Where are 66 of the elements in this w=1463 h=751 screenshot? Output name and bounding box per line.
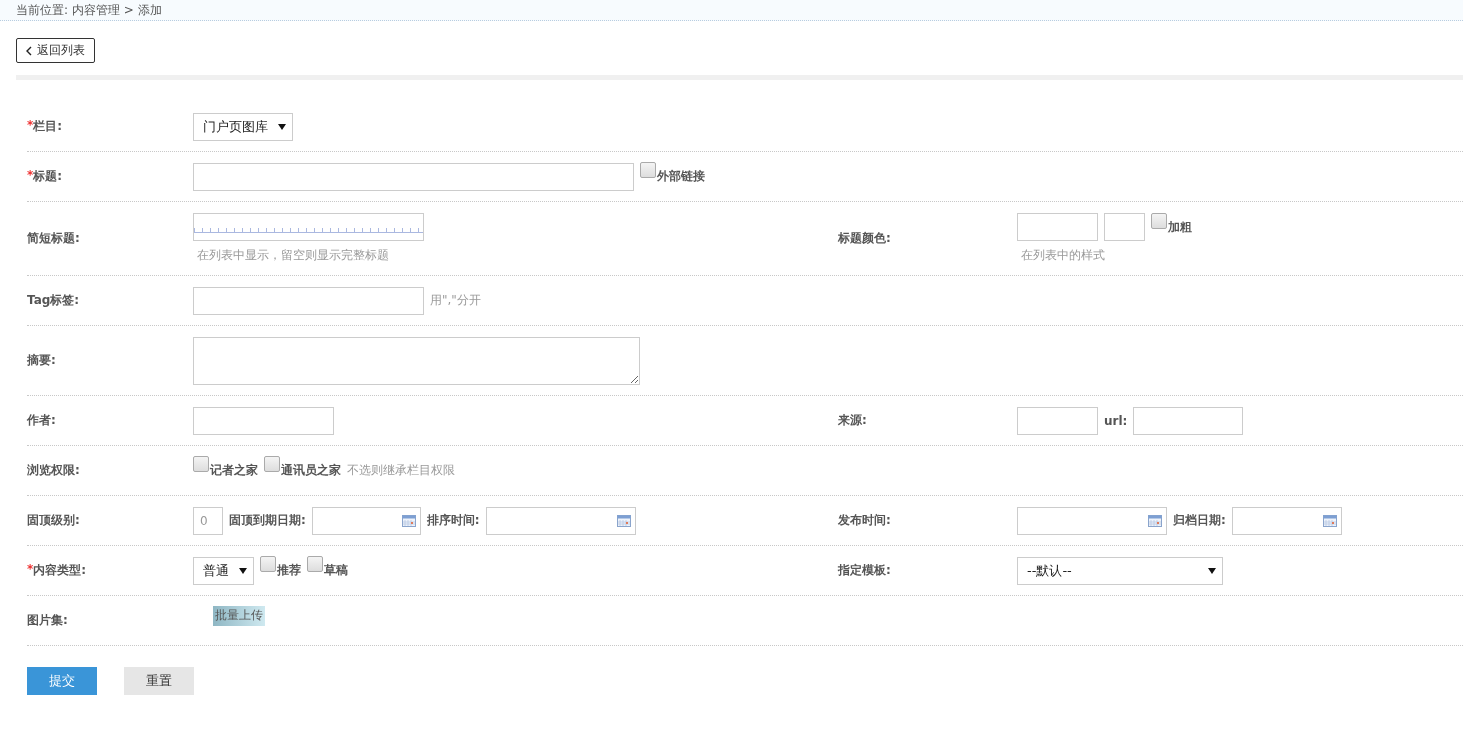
checkbox-label[interactable]: 通讯员之家: [281, 462, 341, 479]
date-field[interactable]: [1231, 506, 1342, 535]
checkbox-label[interactable]: 草稿: [324, 562, 348, 579]
field-label: 栏目:: [33, 118, 63, 135]
field-label: 浏览权限:: [27, 462, 80, 479]
upload-button[interactable]: 批量上传: [213, 605, 265, 626]
input-field[interactable]: [1017, 406, 1098, 435]
checkbox-label[interactable]: 外部链接: [657, 168, 705, 185]
input-field[interactable]: [193, 162, 634, 191]
checkbox-label[interactable]: 加粗: [1168, 218, 1192, 236]
checkbox[interactable]: [260, 556, 276, 572]
breadcrumb: 当前位置: 内容管理 > 添加: [16, 1, 162, 19]
hint-text: 在列表中显示，留空则显示完整标题: [196, 247, 390, 264]
calendar-icon[interactable]: [616, 514, 631, 527]
required-marker: *: [27, 168, 34, 184]
input-field[interactable]: [1133, 406, 1244, 435]
required-marker: *: [27, 562, 34, 578]
calendar-icon[interactable]: [401, 514, 416, 527]
hint-text: 用","分开: [430, 292, 481, 309]
field-label: Tag标签:: [27, 292, 80, 309]
date-field[interactable]: [311, 506, 421, 535]
field-label: 固顶级别:: [27, 512, 80, 529]
input-field[interactable]: [1104, 213, 1145, 241]
date-field[interactable]: [485, 506, 636, 535]
field-label: 简短标题:: [27, 230, 80, 247]
checkbox[interactable]: [307, 556, 323, 572]
dropdown[interactable]: 门户页图库: [193, 112, 293, 141]
checkbox[interactable]: [264, 456, 280, 472]
field-label: 作者:: [27, 412, 56, 429]
required-marker: *: [27, 118, 34, 134]
hint-text: 不选则继承栏目权限: [347, 462, 455, 479]
input-field[interactable]: [193, 286, 424, 315]
field-label: 摘要:: [27, 352, 56, 369]
input-field[interactable]: [193, 213, 424, 241]
field-label: 指定模板:: [838, 562, 891, 579]
caret-icon: [278, 123, 286, 130]
text-area[interactable]: [193, 336, 640, 385]
field-label: url:: [1104, 413, 1128, 428]
input-field[interactable]: [193, 406, 334, 435]
field-label: 标题:: [33, 168, 63, 185]
checkbox[interactable]: [640, 162, 656, 178]
checkbox[interactable]: [193, 456, 209, 472]
input-field[interactable]: [1017, 213, 1098, 241]
field-label: 图片集:: [27, 612, 68, 629]
field-label: 排序时间:: [426, 512, 480, 529]
date-field[interactable]: [1017, 506, 1167, 535]
field-label: 固顶到期日期:: [229, 512, 306, 529]
field-label: 来源:: [838, 412, 867, 429]
calendar-icon[interactable]: [1322, 514, 1337, 527]
back-button[interactable]: 返回列表: [16, 38, 95, 63]
checkbox-label[interactable]: 推荐: [277, 562, 301, 579]
hint-text: 在列表中的样式: [1020, 247, 1106, 264]
field-label: 归档日期:: [1173, 512, 1226, 529]
field-label: 发布时间:: [838, 512, 891, 529]
field-label: 标题颜色:: [838, 230, 891, 247]
checkbox[interactable]: [1151, 212, 1167, 229]
dropdown[interactable]: --默认--: [1017, 556, 1223, 585]
field-label: 内容类型:: [33, 562, 87, 579]
chevron-left-icon: [26, 45, 32, 56]
checkbox-label[interactable]: 记者之家: [210, 462, 258, 479]
caret-icon: [239, 567, 247, 574]
calendar-icon[interactable]: [1148, 514, 1162, 527]
input-field[interactable]: 0: [193, 506, 223, 535]
dropdown[interactable]: 普通: [193, 556, 254, 585]
caret-icon: [1208, 567, 1216, 574]
reset-button[interactable]: 重置: [124, 667, 194, 695]
